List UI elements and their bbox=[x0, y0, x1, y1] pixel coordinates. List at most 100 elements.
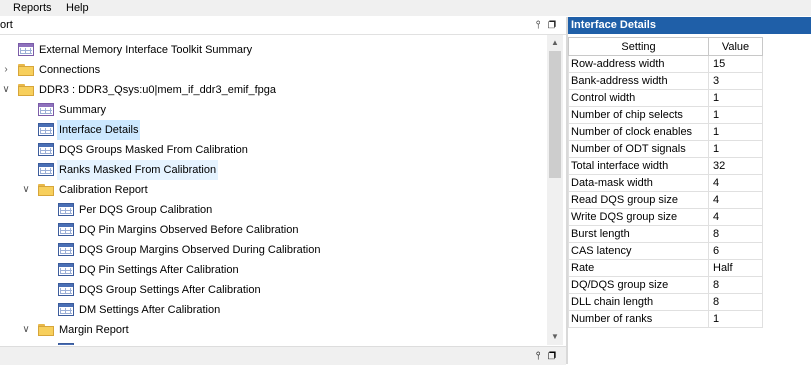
folder-icon bbox=[18, 64, 34, 76]
table-icon bbox=[38, 143, 54, 156]
value-cell: 4 bbox=[708, 208, 763, 226]
setting-cell: Number of clock enables bbox=[568, 123, 709, 141]
table-row[interactable]: Number of clock enables 1 bbox=[568, 123, 763, 141]
column-header-value[interactable]: Value bbox=[708, 37, 763, 56]
details-panel-title: Interface Details bbox=[568, 17, 811, 34]
table-icon bbox=[38, 163, 54, 176]
table-row[interactable]: Number of ranks 1 bbox=[568, 310, 763, 328]
tree-item[interactable]: DQ Pin Margins Observed Before Calibrati… bbox=[0, 220, 546, 240]
value-cell: 15 bbox=[708, 55, 763, 73]
tree-item[interactable]: ∨ Margin Report bbox=[0, 320, 546, 340]
scroll-down-arrow-icon[interactable]: ▼ bbox=[547, 329, 563, 345]
table-row[interactable]: DQ/DQS group size 8 bbox=[568, 276, 763, 294]
menu-reports[interactable]: Reports bbox=[13, 1, 52, 15]
column-header-setting[interactable]: Setting bbox=[568, 37, 709, 56]
table-row[interactable]: Control width 1 bbox=[568, 89, 763, 107]
tree-scrollbar[interactable]: ▲ ▼ bbox=[547, 35, 563, 345]
table-row[interactable]: Number of ODT signals 1 bbox=[568, 140, 763, 158]
table-row[interactable]: Burst length 8 bbox=[568, 225, 763, 243]
tree-item-label: DQS Groups Masked From Calibration bbox=[59, 144, 248, 156]
report-panel-header: ort ⫯ ❐ bbox=[0, 17, 566, 35]
tree-item-label: DM Settings After Calibration bbox=[79, 304, 221, 316]
table-row[interactable]: Total interface width 32 bbox=[568, 157, 763, 175]
tree-item[interactable]: DQS Groups Masked From Calibration bbox=[0, 140, 546, 160]
tree-item-label: Calibration Report bbox=[59, 184, 148, 196]
value-cell: 1 bbox=[708, 123, 763, 141]
menu-bar: Reports Help bbox=[0, 0, 811, 16]
value-cell: 3 bbox=[708, 72, 763, 90]
tree-item-label: DQS Group Margins Observed During Calibr… bbox=[79, 244, 321, 256]
table-row[interactable]: Write DQS group size 4 bbox=[568, 208, 763, 226]
table-icon bbox=[58, 343, 74, 345]
setting-cell: CAS latency bbox=[568, 242, 709, 260]
table-row[interactable]: Rate Half bbox=[568, 259, 763, 277]
table-row[interactable]: Bank-address width 3 bbox=[568, 72, 763, 90]
bottom-panel-header: ⫯ ❐ bbox=[0, 346, 566, 365]
table-row[interactable]: Read DQS group size 4 bbox=[568, 191, 763, 209]
tree-item[interactable]: Per DQS Group Calibration bbox=[0, 200, 546, 220]
tree-item[interactable]: DQS Group Settings After Calibration bbox=[0, 280, 546, 300]
pin-icon[interactable]: ⫯ bbox=[536, 19, 543, 31]
tree-item-label: Summary bbox=[59, 104, 107, 116]
expand-arrow-icon[interactable]: ∨ bbox=[1, 80, 11, 100]
scrollbar-thumb[interactable] bbox=[549, 51, 561, 178]
float-window-icon[interactable]: ❐ bbox=[548, 350, 558, 362]
pin-icon[interactable]: ⫯ bbox=[536, 350, 543, 362]
table-row[interactable]: CAS latency 6 bbox=[568, 242, 763, 260]
tree-item-label: Ranks Masked From Calibration bbox=[57, 160, 219, 180]
tree-item[interactable]: DQ Pin Post Calibration Margins bbox=[0, 340, 546, 345]
tree-item[interactable]: DQ Pin Settings After Calibration bbox=[0, 260, 546, 280]
tree-item-label: Connections bbox=[39, 64, 101, 76]
tree-item-label: External Memory Interface Toolkit Summar… bbox=[39, 44, 253, 56]
value-cell: 8 bbox=[708, 225, 763, 243]
value-cell: 1 bbox=[708, 106, 763, 124]
tree-item-label: DDR3 : DDR3_Qsys:u0|mem_if_ddr3_emif_fpg… bbox=[39, 84, 277, 96]
expand-arrow-icon[interactable]: ∨ bbox=[21, 180, 31, 200]
tree-item[interactable]: External Memory Interface Toolkit Summar… bbox=[0, 40, 546, 60]
expand-arrow-icon[interactable]: ∨ bbox=[21, 320, 31, 340]
table-row[interactable]: Data-mask width 4 bbox=[568, 174, 763, 192]
setting-cell: Row-address width bbox=[568, 55, 709, 73]
value-cell: 32 bbox=[708, 157, 763, 175]
setting-cell: Write DQS group size bbox=[568, 208, 709, 226]
tree-item[interactable]: Ranks Masked From Calibration bbox=[0, 160, 546, 180]
table-icon bbox=[58, 243, 74, 256]
setting-cell: Bank-address width bbox=[568, 72, 709, 90]
tree-item[interactable]: ∨ Calibration Report bbox=[0, 180, 546, 200]
table-icon bbox=[38, 103, 54, 116]
tree-item[interactable]: DM Settings After Calibration bbox=[0, 300, 546, 320]
value-cell: 4 bbox=[708, 191, 763, 209]
interface-details-table: Setting Value Row-address width 15 Bank-ad… bbox=[568, 37, 763, 328]
setting-cell: Rate bbox=[568, 259, 709, 277]
menu-help[interactable]: Help bbox=[66, 1, 89, 15]
setting-cell: Burst length bbox=[568, 225, 709, 243]
float-window-icon[interactable]: ❐ bbox=[548, 19, 558, 31]
table-icon bbox=[58, 303, 74, 316]
tree-item[interactable]: DQS Group Margins Observed During Calibr… bbox=[0, 240, 546, 260]
table-icon bbox=[58, 263, 74, 276]
setting-cell: DQ/DQS group size bbox=[568, 276, 709, 294]
tree-item-label: DQ Pin Post Calibration Margins bbox=[77, 340, 239, 345]
setting-cell: Number of ODT signals bbox=[568, 140, 709, 158]
table-icon bbox=[38, 123, 54, 136]
table-row[interactable]: DLL chain length 8 bbox=[568, 293, 763, 311]
tree-item-label: DQS Group Settings After Calibration bbox=[79, 284, 261, 296]
table-row[interactable]: Row-address width 15 bbox=[568, 55, 763, 73]
folder-icon bbox=[18, 84, 34, 96]
report-tree: External Memory Interface Toolkit Summar… bbox=[0, 35, 546, 345]
tree-item[interactable]: › Connections bbox=[0, 60, 546, 80]
scroll-up-arrow-icon[interactable]: ▲ bbox=[547, 35, 563, 51]
collapse-arrow-icon[interactable]: › bbox=[1, 60, 11, 80]
setting-cell: Total interface width bbox=[568, 157, 709, 175]
table-row[interactable]: Number of chip selects 1 bbox=[568, 106, 763, 124]
tree-item[interactable]: ∨ DDR3 : DDR3_Qsys:u0|mem_if_ddr3_emif_fp… bbox=[0, 80, 546, 100]
tree-item[interactable]: Interface Details bbox=[0, 120, 546, 140]
tree-item-label: Per DQS Group Calibration bbox=[79, 204, 213, 216]
value-cell: Half bbox=[708, 259, 763, 277]
report-panel-title: ort bbox=[0, 19, 13, 31]
folder-icon bbox=[38, 324, 54, 336]
value-cell: 1 bbox=[708, 140, 763, 158]
tree-item-label: DQ Pin Margins Observed Before Calibrati… bbox=[79, 224, 299, 236]
table-icon bbox=[58, 283, 74, 296]
tree-item[interactable]: Summary bbox=[0, 100, 546, 120]
